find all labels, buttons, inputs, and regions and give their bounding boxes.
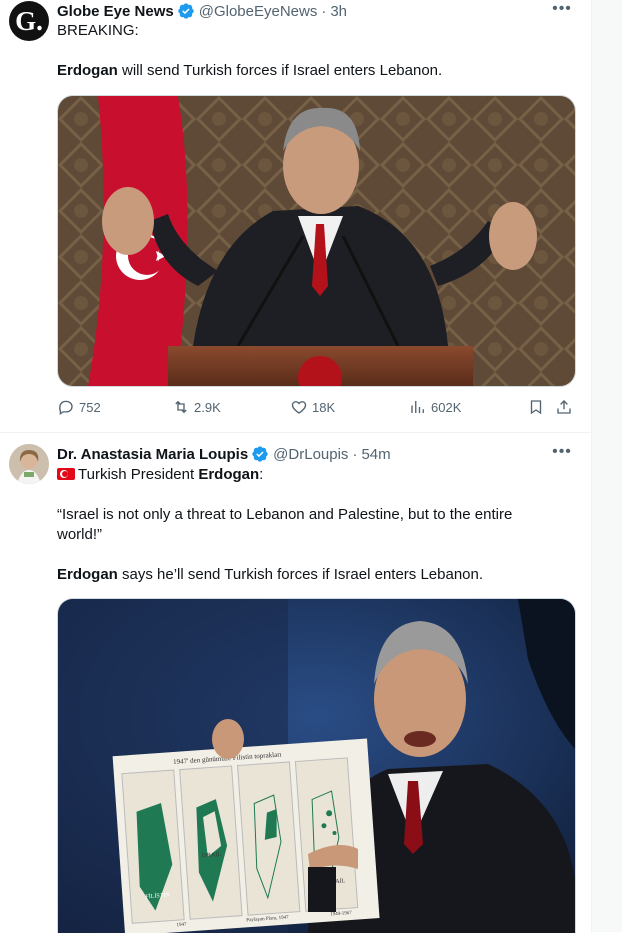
tweet-actions: 752 2.9K 18K 602K <box>57 398 577 420</box>
author-name[interactable]: Globe Eye News <box>57 3 174 20</box>
timestamp[interactable]: 3h <box>330 3 347 20</box>
tweet-header: Globe Eye News @GlobeEyeNews · 3h <box>57 2 347 20</box>
tweet-line-prefix: Turkish President <box>78 466 199 483</box>
tweet-line-suffix: : <box>259 466 264 483</box>
tweet[interactable]: G. Globe Eye News @GlobeEyeNews · 3h •••… <box>0 0 591 433</box>
avatar[interactable]: G. <box>9 1 49 41</box>
tweet-header: Dr. Anastasia Maria Loupis @DrLoupis · 5… <box>57 445 391 463</box>
tweet-text: Turkish President Erdogan: “Israel is no… <box>57 465 537 585</box>
avatar-logo: G. <box>15 5 43 36</box>
separator-dot: · <box>352 445 358 463</box>
like-button[interactable]: 18K <box>290 398 335 416</box>
bold-name: Erdogan <box>57 62 118 79</box>
more-options-icon[interactable]: ••• <box>551 443 573 463</box>
tweet[interactable]: Dr. Anastasia Maria Loupis @DrLoupis · 5… <box>0 433 591 933</box>
reply-icon <box>59 400 73 416</box>
analytics-icon <box>411 401 424 413</box>
right-sidebar-edge <box>591 0 622 932</box>
erdogan-podium-photo <box>58 96 575 386</box>
verified-badge-icon <box>178 3 194 19</box>
repost-count: 2.9K <box>194 399 221 415</box>
tweet-line-rest: says he’ll send Turkish forces if Israel… <box>117 566 484 583</box>
erdogan-map-photo: 1947' den günümüze Filistin toprakları F… <box>58 599 575 933</box>
verified-badge-icon <box>252 446 268 462</box>
reply-button[interactable]: 752 <box>57 398 101 416</box>
tweet-line: Turkish President Erdogan: <box>57 465 537 485</box>
avatar-photo <box>9 444 49 484</box>
reply-count: 752 <box>79 399 101 415</box>
share-icon <box>557 400 571 414</box>
turkey-flag-icon <box>57 468 75 480</box>
repost-button[interactable]: 2.9K <box>172 398 221 416</box>
tweet-text: BREAKING: Erdogan will send Turkish forc… <box>57 21 537 81</box>
tweet-line-rest: will send Turkish forces if Israel enter… <box>117 62 443 79</box>
heart-icon <box>291 401 307 414</box>
tweet-quote: “Israel is not only a threat to Lebanon … <box>57 506 513 543</box>
like-count: 18K <box>312 399 336 415</box>
author-name[interactable]: Dr. Anastasia Maria Loupis <box>57 446 248 463</box>
views-count: 602K <box>431 399 462 415</box>
bookmark-icon <box>530 400 542 415</box>
tweet-photo[interactable]: 1947' den günümüze Filistin toprakları F… <box>57 598 576 933</box>
views-button[interactable]: 602K <box>409 398 461 416</box>
tweet-photo[interactable] <box>57 95 576 387</box>
bold-name: Erdogan <box>198 466 260 483</box>
timeline: G. Globe Eye News @GlobeEyeNews · 3h •••… <box>0 0 591 933</box>
avatar[interactable] <box>9 444 49 484</box>
author-handle[interactable]: @GlobeEyeNews <box>199 3 318 20</box>
map-label: İSRAİL <box>202 851 222 859</box>
repost-icon <box>175 400 187 414</box>
separator-dot: · <box>321 2 327 20</box>
share-button[interactable] <box>555 398 577 416</box>
author-handle[interactable]: @DrLoupis <box>273 446 348 463</box>
tweet-line: Erdogan will send Turkish forces if Isra… <box>57 61 537 81</box>
timestamp[interactable]: 54m <box>361 446 390 463</box>
tweet-line: BREAKING: <box>57 22 139 39</box>
bold-name: Erdogan <box>57 566 118 583</box>
more-options-icon[interactable]: ••• <box>551 0 573 20</box>
bookmark-button[interactable] <box>527 398 549 416</box>
tweet-line: Erdogan says he’ll send Turkish forces i… <box>57 565 537 585</box>
map-label: 1947 <box>176 922 187 928</box>
